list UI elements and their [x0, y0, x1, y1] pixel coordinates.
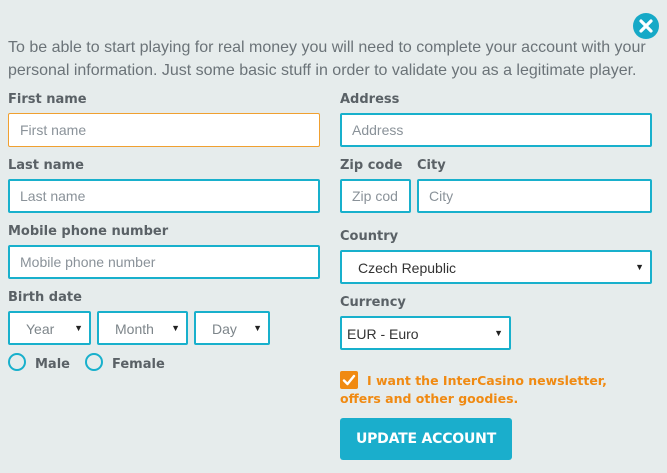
mobile-input[interactable] [8, 245, 320, 279]
currency-label: Currency [340, 295, 406, 310]
last-name-label: Last name [8, 158, 84, 173]
currency-select[interactable]: EUR - Euro ▼ [340, 316, 511, 350]
first-name-input[interactable] [8, 113, 320, 147]
address-label: Address [340, 92, 400, 107]
female-label: Female [112, 357, 165, 372]
intro-text: To be able to start playing for real mon… [8, 39, 646, 79]
caret-down-icon: ▼ [253, 323, 262, 333]
city-input[interactable] [417, 179, 652, 213]
address-input[interactable] [340, 113, 652, 147]
account-completion-form: To be able to start playing for real mon… [0, 0, 667, 473]
female-radio[interactable] [85, 353, 103, 371]
update-account-button[interactable]: UPDATE ACCOUNT [340, 418, 512, 460]
currency-value: EUR - Euro [347, 326, 419, 342]
mobile-label: Mobile phone number [8, 224, 169, 239]
birth-month-select[interactable]: Month ▼ [97, 311, 188, 345]
birth-date-label: Birth date [8, 290, 82, 305]
first-name-label: First name [8, 92, 87, 107]
birth-day-value: Day [212, 321, 237, 337]
last-name-input[interactable] [8, 179, 320, 213]
male-radio[interactable] [8, 353, 26, 371]
country-select[interactable]: Czech Republic ▼ [340, 250, 652, 284]
birth-year-value: Year [26, 321, 55, 337]
birth-year-select[interactable]: Year ▼ [8, 311, 91, 345]
caret-down-icon: ▼ [635, 262, 644, 272]
male-label: Male [35, 357, 70, 372]
caret-down-icon: ▼ [171, 323, 180, 333]
zip-label: Zip code [340, 158, 403, 173]
country-label: Country [340, 229, 399, 244]
newsletter-label: I want the InterCasino newsletter, offer… [340, 373, 607, 406]
city-label: City [417, 158, 446, 173]
caret-down-icon: ▼ [74, 323, 83, 333]
birth-day-select[interactable]: Day ▼ [194, 311, 270, 345]
country-value: Czech Republic [358, 260, 457, 276]
birth-month-value: Month [115, 321, 154, 337]
zip-input[interactable] [340, 179, 411, 213]
caret-down-icon: ▼ [494, 328, 503, 338]
